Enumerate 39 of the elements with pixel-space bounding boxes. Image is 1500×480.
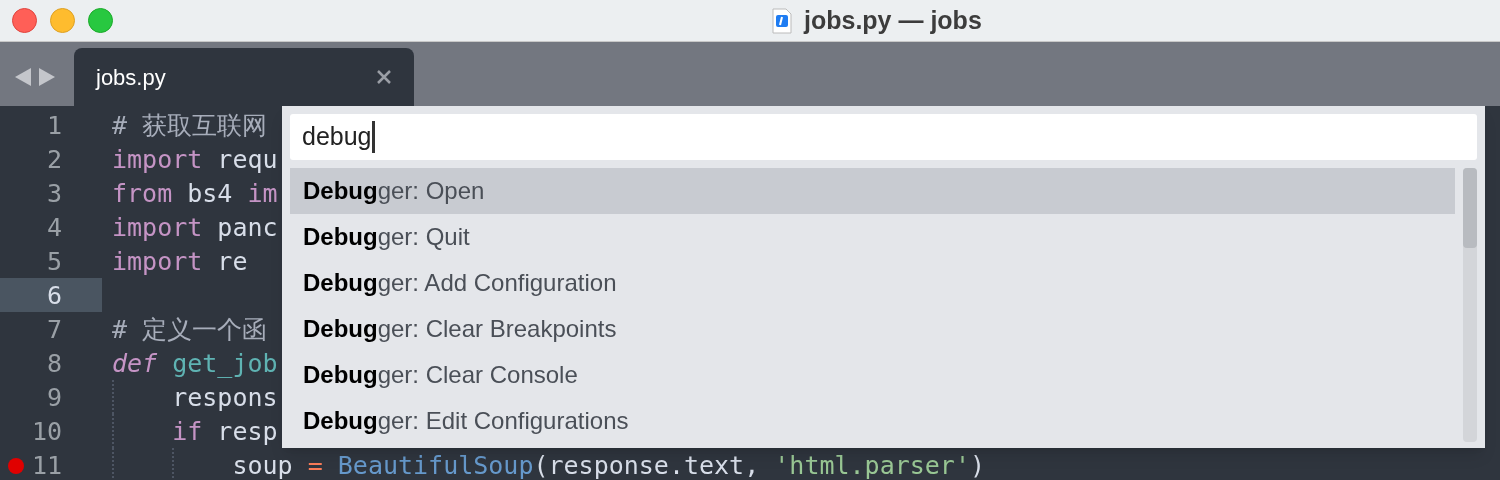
code-line: import requ: [112, 146, 278, 172]
code-line: respons: [171, 384, 278, 410]
line-number: 4: [46, 214, 62, 240]
command-item[interactable]: Debugger: Clear Breakpoints: [290, 306, 1455, 352]
editor-tab[interactable]: jobs.py: [74, 48, 414, 106]
close-icon[interactable]: [376, 69, 392, 85]
line-number: 11: [31, 452, 62, 478]
back-arrow-icon[interactable]: [14, 67, 32, 87]
line-number: 5: [46, 248, 62, 274]
code-line: from bs4 im: [112, 180, 278, 206]
command-item[interactable]: Debugger: Clear Console: [290, 352, 1455, 398]
window-title: jobs.py — jobs: [804, 5, 982, 36]
scrollbar[interactable]: [1463, 168, 1477, 442]
search-field[interactable]: debug: [290, 114, 1477, 160]
code-line: if resp: [171, 418, 278, 444]
code-line: soup = BeautifulSoup(response.text, 'html.parser'): [231, 452, 985, 478]
command-item[interactable]: Debugger: Edit Configurations: [290, 398, 1455, 444]
forward-arrow-icon[interactable]: [38, 67, 56, 87]
line-number: 6: [46, 282, 62, 308]
minimize-window-button[interactable]: [50, 8, 75, 33]
close-window-button[interactable]: [12, 8, 37, 33]
code-line: def get_job: [112, 350, 278, 376]
command-item[interactable]: Debugger: Quit: [290, 214, 1455, 260]
code-line: import panc: [112, 214, 278, 240]
command-item[interactable]: Debugger: Add Configuration: [290, 260, 1455, 306]
text-cursor: [371, 121, 375, 153]
zoom-window-button[interactable]: [88, 8, 113, 33]
line-number: 1: [46, 112, 62, 138]
line-number: 10: [31, 418, 62, 444]
line-number: 9: [46, 384, 62, 410]
line-number: 2: [46, 146, 62, 172]
line-number: 7: [46, 316, 62, 342]
code-line: # 定义一个函: [112, 316, 268, 342]
code-line: import re: [112, 248, 248, 274]
line-number: 3: [46, 180, 62, 206]
python-file-icon: [770, 7, 794, 34]
line-number: 8: [46, 350, 62, 376]
code-line: # 获取互联网: [112, 112, 268, 138]
command-item[interactable]: Debugger: Open: [290, 168, 1455, 214]
